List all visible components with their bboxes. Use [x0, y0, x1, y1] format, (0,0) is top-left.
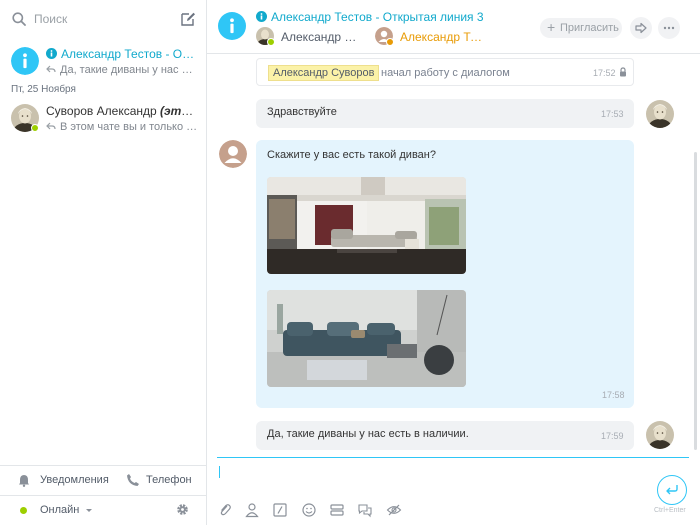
message-text: Скажите у вас есть такой диван?: [267, 149, 436, 161]
user-avatar-icon: [219, 140, 247, 168]
info-icon: [218, 12, 246, 40]
system-message: Александр Суворов начал работу с диалого…: [256, 58, 634, 86]
chat-title-text: Александр Тестов - Открытая линия 3: [271, 10, 484, 24]
client-badge: [386, 38, 394, 46]
sofa-room-image: [267, 177, 466, 274]
recent-item-preview: В этом чате вы и только вы...: [46, 121, 198, 133]
message-bubble-outgoing: Здравствуйте 17:53: [256, 99, 634, 128]
user-icon[interactable]: [244, 502, 260, 518]
search-input[interactable]: [34, 10, 164, 28]
reply-icon: [46, 122, 56, 130]
more-button[interactable]: [658, 17, 680, 39]
phone-button[interactable]: Телефон: [146, 474, 192, 486]
message-bubble-incoming: Скажите у вас есть такой диван? 17:58: [256, 140, 634, 408]
sidebar-footer: Уведомления Телефон Онлайн: [0, 465, 207, 525]
phone-icon[interactable]: [126, 473, 140, 487]
info-icon: [46, 48, 57, 59]
more-dots-icon: [663, 26, 675, 30]
recent-item-preview-text: Да, такие диваны у нас есть в наличии.: [60, 64, 198, 76]
recent-item-title-text: Александр Тестов - Открытая линия 3: [61, 47, 198, 61]
portrait-avatar-icon: [646, 100, 674, 128]
chat-header: Александр Тестов - Открытая линия 3 Алек…: [207, 0, 700, 54]
paperclip-icon[interactable]: [217, 502, 233, 518]
system-message-user[interactable]: Александр Суворов: [268, 65, 380, 81]
recent-item-self[interactable]: Суворов Александр (это вы) В этом чате в…: [0, 100, 207, 138]
search-icon: [12, 12, 26, 26]
sidebar: Александр Тестов - Открытая линия 3 Да, …: [0, 0, 207, 525]
chat-bubbles-icon[interactable]: [357, 502, 373, 518]
participant-name: Александр Суворов: [281, 30, 365, 44]
chat-title[interactable]: Александр Тестов - Открытая линия 3: [256, 10, 484, 24]
sofa-photo-2[interactable]: [267, 290, 466, 387]
chat-scrollbar[interactable]: [694, 152, 697, 450]
chat-panel: Александр Тестов - Открытая линия 3 Алек…: [207, 0, 700, 525]
slash-command-icon[interactable]: [272, 502, 288, 518]
notifications-button[interactable]: Уведомления: [40, 474, 109, 486]
gear-icon[interactable]: [176, 503, 189, 516]
operator-avatar[interactable]: [646, 421, 674, 449]
client-avatar[interactable]: [219, 140, 247, 168]
footer-actions-row: Уведомления Телефон: [0, 466, 207, 494]
recent-item-title: Суворов Александр (это вы): [46, 104, 198, 118]
search-row: [0, 0, 207, 38]
message-time: 17:59: [601, 431, 624, 441]
message-time: 17:52: [593, 68, 616, 78]
plus-icon: +: [547, 19, 556, 35]
send-button[interactable]: [657, 475, 687, 505]
info-icon: [256, 11, 267, 22]
invite-button[interactable]: + Пригласить: [540, 18, 622, 38]
message-input[interactable]: [217, 463, 637, 487]
system-message-text: начал работу с диалогом: [381, 67, 510, 79]
status-dot: [20, 507, 27, 514]
sofa-photo-1[interactable]: [267, 177, 466, 274]
compose-icon[interactable]: [180, 11, 196, 27]
recent-item-title: Александр Тестов - Открытая линия 3: [46, 47, 198, 61]
operator-badge: [267, 38, 275, 46]
enter-arrow-icon: [666, 485, 678, 495]
avatar: [11, 47, 39, 75]
message-text: Да, такие диваны у нас есть в наличии.: [267, 428, 469, 440]
operator-avatar[interactable]: [646, 100, 674, 128]
status-row: Онлайн: [0, 496, 207, 524]
recent-item-open-line[interactable]: Александр Тестов - Открытая линия 3 Да, …: [0, 43, 207, 81]
composer-focus-line: [217, 457, 689, 458]
sofa-room-image: [267, 290, 466, 387]
hidden-eye-icon[interactable]: [386, 502, 402, 518]
invite-button-label: Пригласить: [560, 22, 619, 34]
message-text: Здравствуйте: [267, 106, 337, 118]
participant-operator[interactable]: Александр Суворов: [256, 27, 368, 47]
forward-arrow-icon: [635, 22, 647, 34]
participant-name: Александр Тестов: [400, 30, 486, 44]
message-time: 17:58: [602, 390, 625, 400]
online-status-dot: [31, 124, 39, 132]
text-cursor: [219, 466, 220, 478]
message-composer: Ctrl+Enter: [207, 457, 700, 525]
recent-item-title-name: Суворов Александр: [46, 104, 161, 118]
participant-client[interactable]: Александр Тестов: [375, 27, 487, 47]
reply-icon: [46, 65, 56, 73]
lock-icon: [620, 67, 626, 77]
quick-answers-icon[interactable]: [329, 502, 345, 518]
info-icon: [11, 47, 39, 75]
status-selector[interactable]: Онлайн: [40, 504, 79, 516]
recent-item-title-you: (это вы): [160, 104, 198, 118]
portrait-avatar-icon: [646, 421, 674, 449]
message-time: 17:53: [601, 109, 624, 119]
recent-item-preview-text: В этом чате вы и только вы...: [60, 121, 198, 133]
transfer-button[interactable]: [630, 17, 652, 39]
bell-icon[interactable]: [18, 474, 30, 487]
smile-icon[interactable]: [301, 502, 317, 518]
recent-item-preview: Да, такие диваны у нас есть в наличии.: [46, 64, 198, 76]
send-shortcut-hint: Ctrl+Enter: [654, 507, 686, 514]
chevron-down-icon[interactable]: [86, 509, 92, 512]
message-bubble-outgoing: Да, такие диваны у нас есть в наличии. 1…: [256, 421, 634, 450]
date-separator: Пт, 25 Ноября: [11, 84, 76, 95]
